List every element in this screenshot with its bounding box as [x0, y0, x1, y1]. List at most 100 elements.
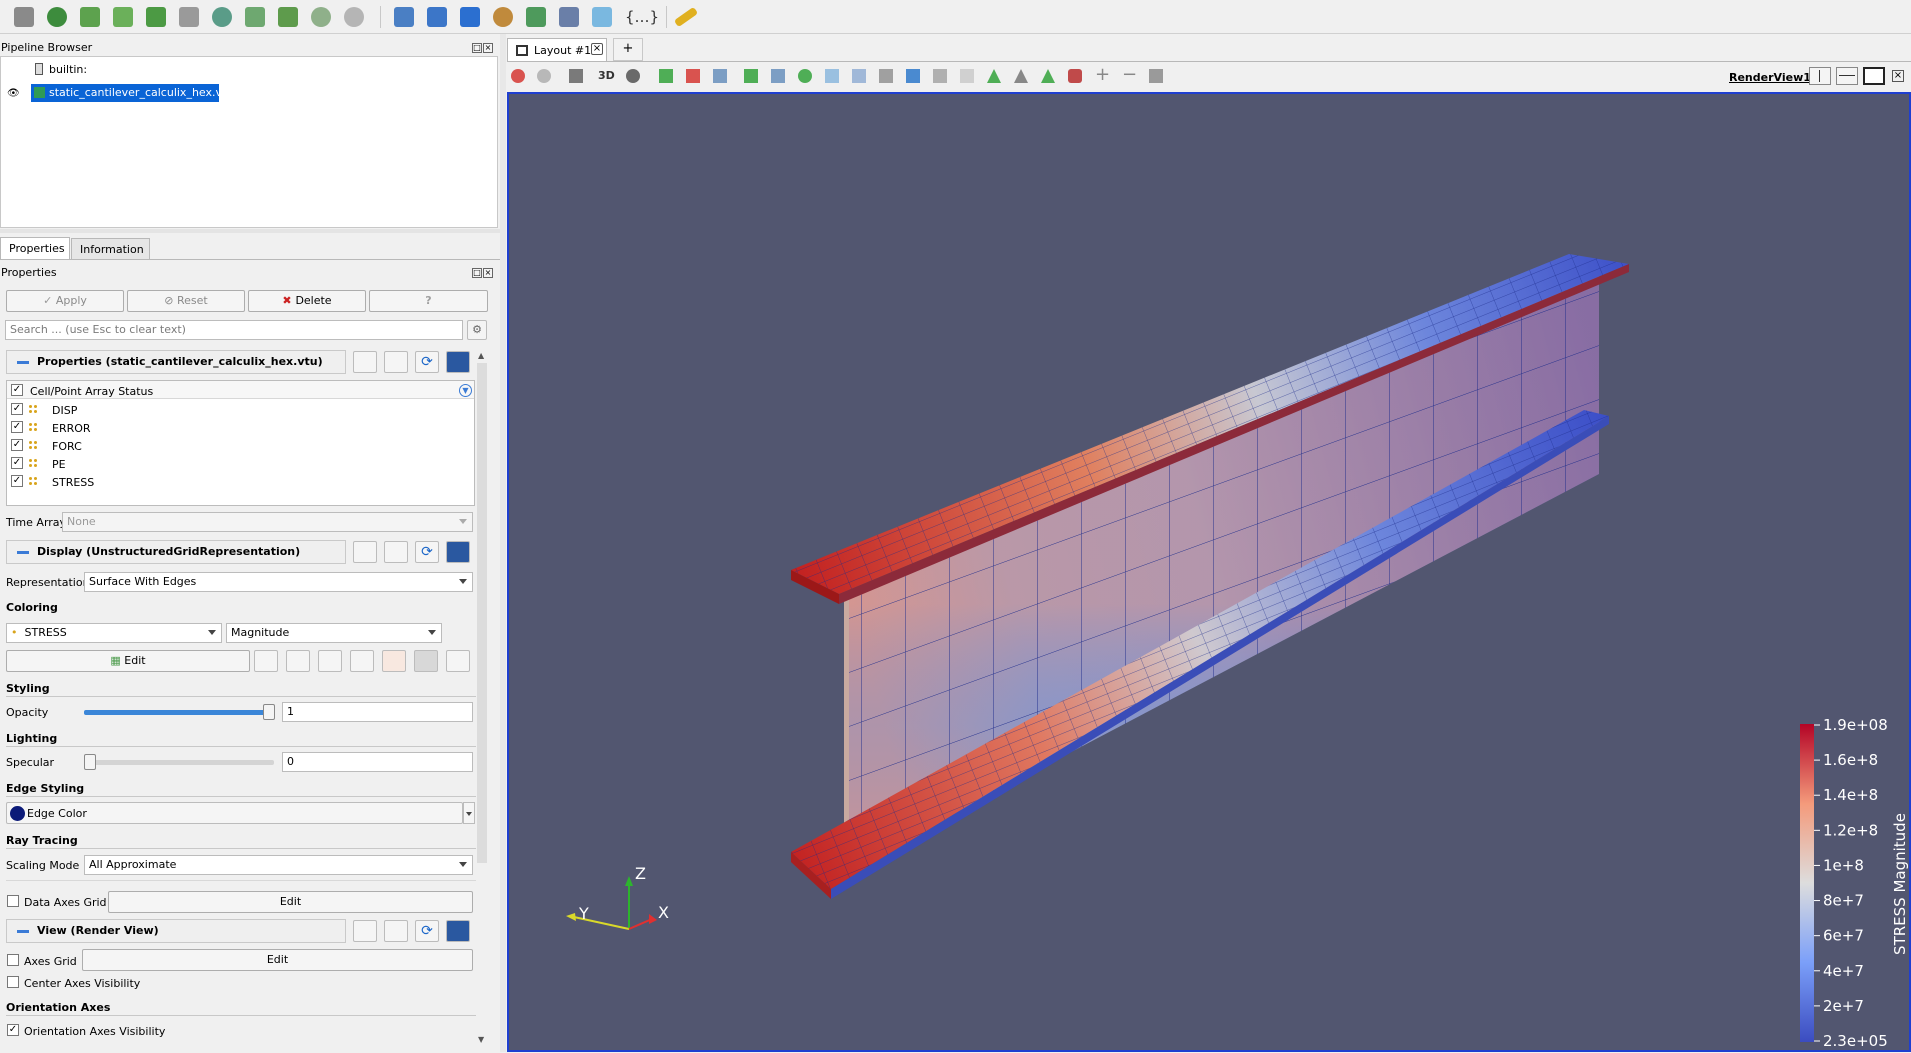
- builtin-item[interactable]: builtin:: [49, 63, 87, 76]
- tab-information[interactable]: Information: [71, 238, 150, 260]
- list-item[interactable]: ✓ PE: [7, 454, 474, 472]
- tab-layout-1[interactable]: Layout #1 ×: [507, 38, 607, 62]
- select-points-on-icon[interactable]: [686, 69, 700, 83]
- extract-subset-icon[interactable]: [179, 7, 199, 27]
- coloring-array-select[interactable]: • STRESS: [6, 623, 222, 643]
- collapse-icon[interactable]: [17, 551, 29, 554]
- reset-camera-icon[interactable]: [537, 69, 551, 83]
- scroll-down-icon[interactable]: ▼: [478, 1035, 484, 1044]
- orientation-axes-checkbox[interactable]: ✓: [7, 1024, 19, 1036]
- gear-icon[interactable]: ⚙: [467, 320, 487, 340]
- axes-grid-checkbox[interactable]: [7, 954, 19, 966]
- select-polygon-points-icon[interactable]: [798, 69, 812, 83]
- array-checkbox[interactable]: ✓: [11, 403, 23, 415]
- array-checkbox[interactable]: ✓: [11, 475, 23, 487]
- temporal-statistics-icon[interactable]: [559, 7, 579, 27]
- opacity-slider-handle[interactable]: [263, 704, 275, 720]
- add-selection-icon[interactable]: +: [1095, 66, 1110, 84]
- coloring-component-select[interactable]: Magnitude: [226, 623, 442, 643]
- properties-dock-buttons[interactable]: □ ×: [471, 265, 495, 278]
- extract-level-icon[interactable]: [344, 7, 364, 27]
- reset-camera-closest-icon[interactable]: [511, 69, 525, 83]
- python-calculator-icon[interactable]: [493, 7, 513, 27]
- plot-over-line-icon[interactable]: [427, 7, 447, 27]
- rescale-temporal-icon[interactable]: [318, 650, 342, 672]
- color-legend-icon[interactable]: [414, 650, 438, 672]
- opacity-input[interactable]: 1: [282, 702, 473, 722]
- refresh-icon[interactable]: ⟳: [415, 351, 439, 373]
- select-points-frustum-icon[interactable]: [744, 69, 758, 83]
- section-properties[interactable]: Properties (static_cantilever_calculix_h…: [6, 350, 346, 374]
- rescale-icon[interactable]: [254, 650, 278, 672]
- zoom-to-box-icon[interactable]: [626, 69, 640, 83]
- color-legend[interactable]: 1.9e+08 1.6e+8 1.4e+8 1.2e+8 1e+8 8e+7 6e+7 4e+…: [1800, 716, 1909, 1050]
- advanced-edit-icon[interactable]: [446, 650, 470, 672]
- list-item[interactable]: ✓ FORC: [7, 436, 474, 454]
- hover-points-icon[interactable]: [906, 69, 920, 83]
- float-icon[interactable]: □: [472, 268, 482, 278]
- collapse-icon[interactable]: [17, 361, 29, 364]
- plot-data-icon[interactable]: [526, 7, 546, 27]
- subtract-selection-icon[interactable]: −: [1122, 66, 1137, 84]
- select-polygon-cells-icon[interactable]: [771, 69, 785, 83]
- specular-slider[interactable]: [84, 760, 274, 765]
- section-display[interactable]: Display (UnstructuredGridRepresentation): [6, 540, 346, 564]
- pipeline-dock-buttons[interactable]: □ ×: [471, 40, 495, 53]
- copy-icon[interactable]: [353, 351, 377, 373]
- list-item[interactable]: ✓ DISP: [7, 400, 474, 418]
- scroll-thumb[interactable]: [477, 363, 487, 863]
- specular-input[interactable]: 0: [282, 752, 473, 772]
- data-axes-grid-checkbox[interactable]: [7, 895, 19, 907]
- interactive-select-points-icon[interactable]: [879, 69, 893, 83]
- select-blocks-icon[interactable]: [825, 69, 839, 83]
- array-checkbox[interactable]: ✓: [11, 439, 23, 451]
- probe-location-icon[interactable]: [394, 7, 414, 27]
- data-axes-grid-edit-button[interactable]: Edit: [108, 891, 473, 913]
- copy-icon[interactable]: [353, 541, 377, 563]
- reset-button[interactable]: ⊘ Reset: [127, 290, 245, 312]
- scroll-up-icon[interactable]: ▲: [478, 351, 484, 360]
- edit-colormap-button[interactable]: ▦ Edit: [6, 650, 250, 672]
- add-layout-tab[interactable]: +: [613, 38, 643, 61]
- split-vertical-icon[interactable]: [1836, 67, 1858, 85]
- contour-icon[interactable]: [47, 7, 67, 27]
- refresh-icon[interactable]: ⟳: [415, 920, 439, 942]
- save-icon[interactable]: [446, 920, 470, 942]
- save-icon[interactable]: [446, 541, 470, 563]
- opacity-slider[interactable]: [84, 710, 270, 715]
- select-cells-frustum-icon[interactable]: [713, 69, 727, 83]
- maximize-icon[interactable]: [1863, 67, 1885, 85]
- filter-icon[interactable]: ▼: [459, 384, 472, 397]
- array-header-checkbox[interactable]: ✓: [11, 384, 23, 396]
- glyph-icon[interactable]: [212, 7, 232, 27]
- scaling-mode-select[interactable]: All Approximate: [84, 855, 473, 875]
- rescale-custom-icon[interactable]: [286, 650, 310, 672]
- panel-splitter[interactable]: [500, 34, 506, 1052]
- edge-color-menu-button[interactable]: [463, 802, 475, 824]
- render-view-label[interactable]: RenderView1: [1729, 71, 1811, 84]
- refresh-icon[interactable]: ⟳: [415, 541, 439, 563]
- snowflake-icon[interactable]: [592, 7, 612, 27]
- shrink-selection-icon[interactable]: [987, 69, 1001, 83]
- list-item[interactable]: ✓ ERROR: [7, 418, 474, 436]
- stream-tracer-icon[interactable]: [245, 7, 265, 27]
- paste-icon[interactable]: [384, 541, 408, 563]
- slice-icon[interactable]: [113, 7, 133, 27]
- eye-icon[interactable]: 👁: [7, 88, 20, 99]
- select-cells-on-icon[interactable]: [659, 69, 673, 83]
- save-icon[interactable]: [446, 351, 470, 373]
- find-data-icon[interactable]: [1014, 69, 1028, 83]
- search-input[interactable]: Search ... (use Esc to clear text): [5, 320, 463, 340]
- tab-properties[interactable]: Properties: [0, 237, 70, 260]
- clear-selection-icon[interactable]: [1149, 69, 1163, 83]
- warp-vector-icon[interactable]: [278, 7, 298, 27]
- histogram-icon[interactable]: [460, 7, 480, 27]
- float-icon[interactable]: □: [472, 43, 482, 53]
- paste-icon[interactable]: [384, 920, 408, 942]
- apply-button[interactable]: ✓ Apply: [6, 290, 124, 312]
- splitter[interactable]: [0, 229, 500, 233]
- close-view-icon[interactable]: ×: [1892, 70, 1904, 82]
- edge-color-button[interactable]: Edge Color: [6, 802, 463, 824]
- list-item[interactable]: ✓ STRESS: [7, 472, 474, 490]
- delete-button[interactable]: ✖ Delete: [248, 290, 366, 312]
